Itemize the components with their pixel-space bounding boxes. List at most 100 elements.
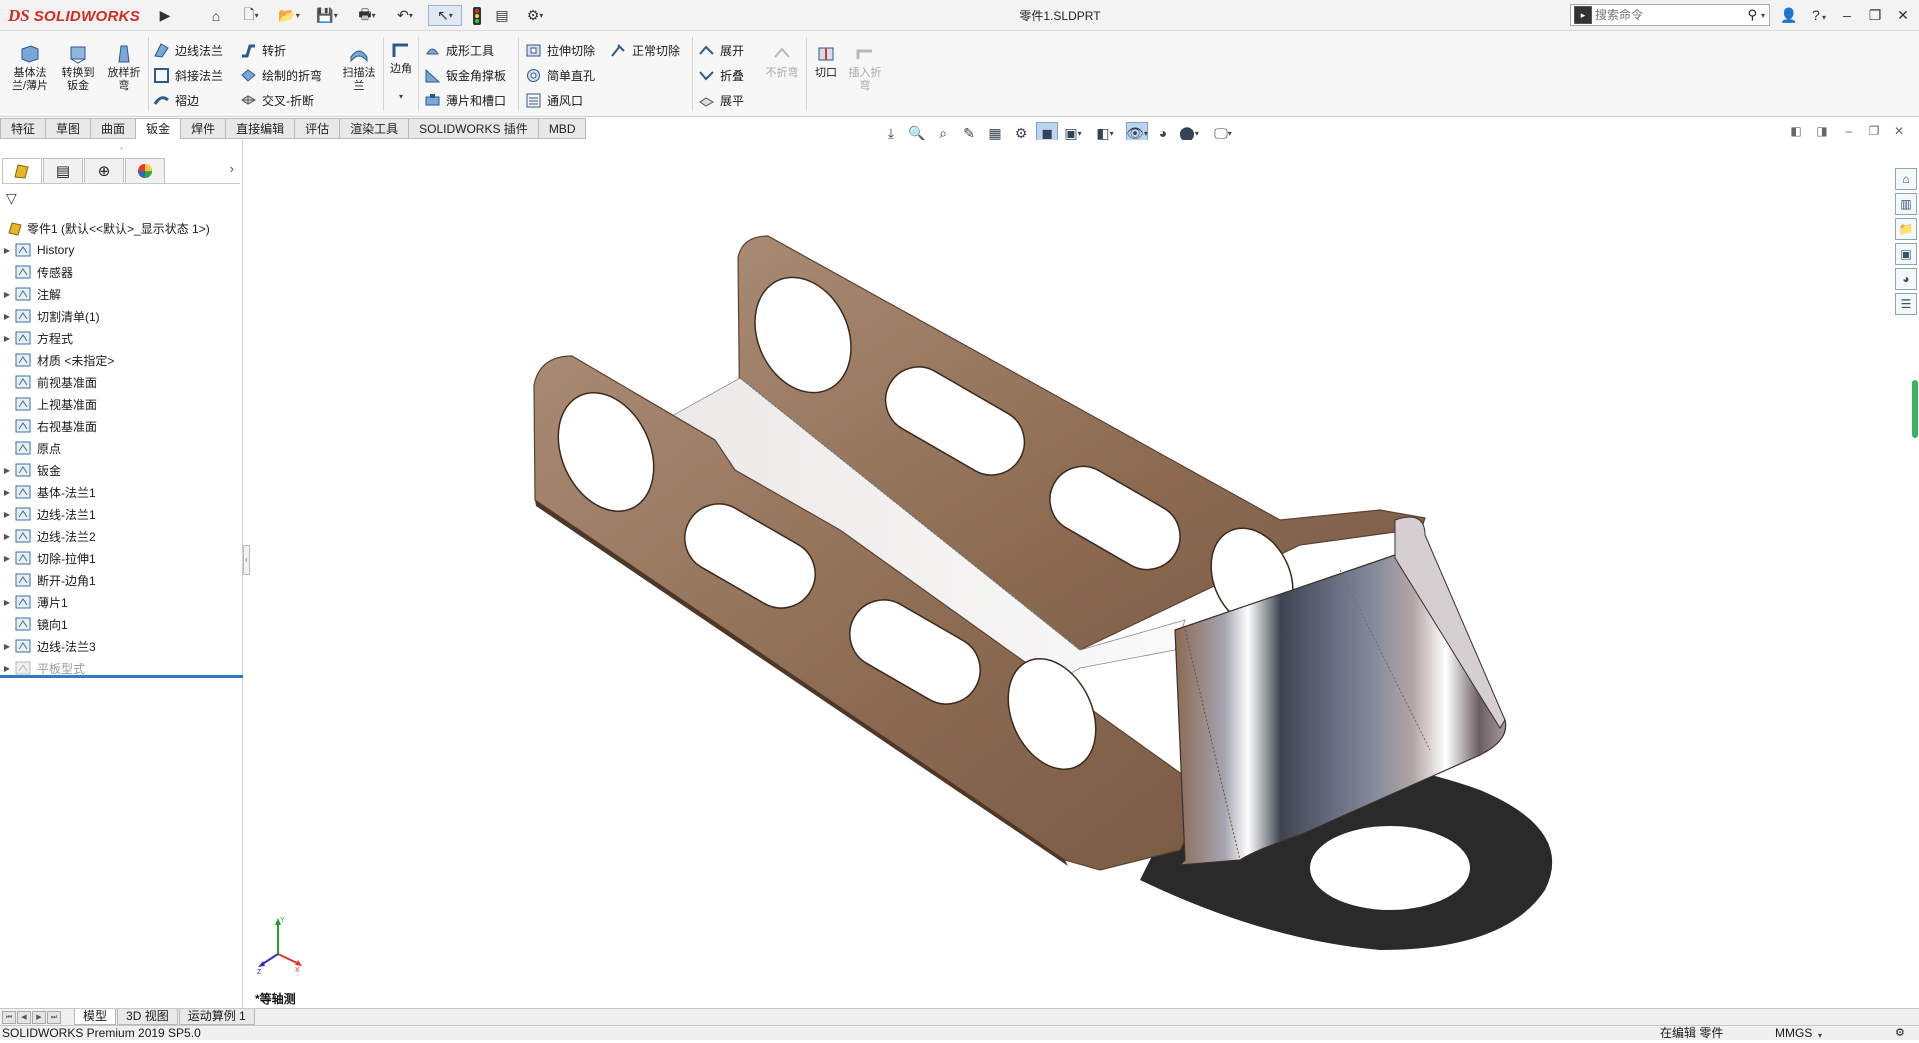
expand-arrow-icon[interactable]: ▶ xyxy=(0,246,14,255)
select-pointer-icon[interactable]: ↖ ▾ xyxy=(428,5,462,26)
tab-4[interactable]: 焊件 xyxy=(181,118,227,139)
search-input[interactable] xyxy=(1595,8,1735,22)
configuration-manager-tab-icon[interactable]: ⊕ xyxy=(84,158,124,183)
appearances-scenes-icon[interactable]: ◕ xyxy=(1895,268,1917,290)
corners-button[interactable]: 边角 ▾ xyxy=(386,39,416,103)
no-bends-button[interactable]: 不折弯 xyxy=(762,43,802,80)
convert-to-sheetmetal-button[interactable]: 转换到 钣金 xyxy=(56,43,100,93)
file-explorer-icon[interactable]: 📁 xyxy=(1895,218,1917,240)
tree-item[interactable]: 上视基准面 xyxy=(0,393,243,415)
unfold-button[interactable]: 展开 xyxy=(698,40,744,60)
feature-tree-tab-icon[interactable] xyxy=(2,158,42,183)
open-document-icon[interactable]: 📂 ▾ xyxy=(272,5,306,26)
task-pane-scroll-indicator[interactable] xyxy=(1912,380,1918,438)
tree-item[interactable]: ▶ 边线-法兰2 xyxy=(0,525,243,547)
expand-arrow-icon[interactable]: ▶ xyxy=(0,510,14,519)
extruded-cut-button[interactable]: 拉伸切除 xyxy=(525,40,595,60)
tab-9[interactable]: MBD xyxy=(538,118,587,139)
previous-tab-icon[interactable]: ◀ xyxy=(17,1010,31,1024)
bottom-tab-1[interactable]: 3D 视图 xyxy=(117,1009,178,1025)
tab-5[interactable]: 直接编辑 xyxy=(226,118,296,139)
panel-resize-handle[interactable]: ‹ xyxy=(243,545,250,575)
expand-arrow-icon[interactable]: ▶ xyxy=(0,488,14,497)
swept-flange-button[interactable]: 扫描法 兰 xyxy=(336,43,382,93)
tab-6[interactable]: 评估 xyxy=(295,118,341,139)
expand-arrow-icon[interactable]: ▶ xyxy=(0,598,14,607)
tree-item[interactable]: ▶ 基体-法兰1 xyxy=(0,481,243,503)
save-icon[interactable]: 💾 ▾ xyxy=(310,5,344,26)
tree-item[interactable]: 右视基准面 xyxy=(0,415,243,437)
tree-item[interactable]: ▶ 切除-拉伸1 xyxy=(0,547,243,569)
expand-arrow-icon[interactable]: ▶ xyxy=(0,554,14,563)
insert-bends-button[interactable]: 插入折 弯 xyxy=(845,43,885,93)
tree-item[interactable]: ▶ 方程式 xyxy=(0,327,243,349)
status-customize-icon[interactable]: ⚙ xyxy=(1895,1026,1905,1040)
miter-flange-button[interactable]: 斜接法兰 xyxy=(153,65,223,85)
normal-cut-button[interactable]: 正常切除 xyxy=(610,40,680,60)
forming-tool-button[interactable]: 成形工具 xyxy=(424,40,494,60)
design-library-icon[interactable]: ▥ xyxy=(1895,193,1917,215)
cross-break-button[interactable]: 交叉-折断 xyxy=(240,90,314,110)
help-icon[interactable]: ? ▾ xyxy=(1802,4,1836,26)
tab-7[interactable]: 渲染工具 xyxy=(340,118,410,139)
vent-button[interactable]: 通风口 xyxy=(525,90,583,110)
undo-icon[interactable]: ↶ ▾ xyxy=(388,5,422,26)
minimize-window-button[interactable]: – xyxy=(1834,4,1860,26)
tab-0[interactable]: 特征 xyxy=(0,118,47,139)
expand-arrow-icon[interactable]: ▶ xyxy=(0,334,14,343)
menu-expand-arrow-icon[interactable]: ▶ xyxy=(158,5,172,26)
expand-arrow-icon[interactable]: ▶ xyxy=(0,642,14,651)
tree-item[interactable]: 前视基准面 xyxy=(0,371,243,393)
tree-item[interactable]: ▶ 边线-法兰1 xyxy=(0,503,243,525)
tree-rollback-bar[interactable] xyxy=(0,675,243,678)
expand-arrow-icon[interactable]: ▶ xyxy=(0,466,14,475)
tree-item[interactable]: ▶ History xyxy=(0,239,243,261)
options-gear-icon[interactable]: ⚙ ▾ xyxy=(518,5,552,26)
hem-button[interactable]: 褶边 xyxy=(153,90,199,110)
units-dropdown-icon[interactable]: ▾ xyxy=(1818,1029,1822,1043)
tab-8[interactable]: SOLIDWORKS 插件 xyxy=(409,118,539,139)
new-document-icon[interactable]: 🗋 ▾ xyxy=(234,5,268,26)
jog-button[interactable]: 转折 xyxy=(240,40,286,60)
file-properties-icon[interactable]: ▤ xyxy=(492,5,512,26)
home-icon[interactable]: ⌂ xyxy=(205,5,227,26)
expand-arrow-icon[interactable]: ▶ xyxy=(0,290,14,299)
expand-arrow-icon[interactable]: ▶ xyxy=(0,532,14,541)
command-search-box[interactable]: ▸ ⚲ ▾ xyxy=(1570,4,1770,26)
custom-properties-icon[interactable]: ☰ xyxy=(1895,293,1917,315)
lofted-bend-button[interactable]: 放样折 弯 xyxy=(104,43,144,93)
base-flange-button[interactable]: 基体法 兰/薄片 xyxy=(8,43,52,93)
flatten-button[interactable]: 展平 xyxy=(698,90,744,110)
rebuild-traffic-light-icon[interactable] xyxy=(468,5,486,26)
next-tab-icon[interactable]: ▶ xyxy=(32,1010,46,1024)
tree-item[interactable]: 传感器 xyxy=(0,261,243,283)
sheetmetal-gusset-button[interactable]: 钣金角撑板 xyxy=(424,65,506,85)
tab-3[interactable]: 钣金 xyxy=(136,118,182,139)
print-icon[interactable]: 🖶 ▾ xyxy=(350,5,384,26)
property-manager-tab-icon[interactable]: ▤ xyxy=(43,158,83,183)
solidworks-resources-icon[interactable]: ⌂ xyxy=(1895,168,1917,190)
user-account-icon[interactable]: 👤 xyxy=(1776,4,1802,26)
tree-item[interactable]: ▶ 切割清单(1) xyxy=(0,305,243,327)
tab-1[interactable]: 草图 xyxy=(46,118,92,139)
tree-root-part[interactable]: 零件1 (默认<<默认>_显示状态 1>) xyxy=(0,217,243,239)
viewport-close-button[interactable]: ✕ xyxy=(1890,124,1908,142)
graphics-area[interactable]: Y X Z xyxy=(250,140,1890,1008)
tab-and-slot-button[interactable]: 薄片和槽口 xyxy=(424,90,506,110)
tree-item[interactable]: 材质 <未指定> xyxy=(0,349,243,371)
status-units[interactable]: MMGS xyxy=(1775,1026,1812,1040)
view-palette-icon[interactable]: ▣ xyxy=(1895,243,1917,265)
tree-item[interactable]: ▶ 边线-法兰3 xyxy=(0,635,243,657)
tab-2[interactable]: 曲面 xyxy=(91,118,137,139)
bottom-tab-2[interactable]: 运动算例 1 xyxy=(178,1009,255,1025)
tree-filter-icon[interactable]: ▽ xyxy=(6,190,17,207)
expand-arrow-icon[interactable]: ▶ xyxy=(0,312,14,321)
tree-item[interactable]: ▶ 注解 xyxy=(0,283,243,305)
display-manager-tab-icon[interactable] xyxy=(125,158,165,183)
tree-item[interactable]: 原点 xyxy=(0,437,243,459)
part-model-render[interactable] xyxy=(250,140,1890,1008)
more-tabs-chevron-icon[interactable]: › xyxy=(230,161,234,176)
panel-grip-handle[interactable]: ◦ xyxy=(0,140,243,157)
edge-flange-button[interactable]: 边线法兰 xyxy=(153,40,223,60)
sketched-bend-button[interactable]: 绘制的折弯 xyxy=(240,65,322,85)
